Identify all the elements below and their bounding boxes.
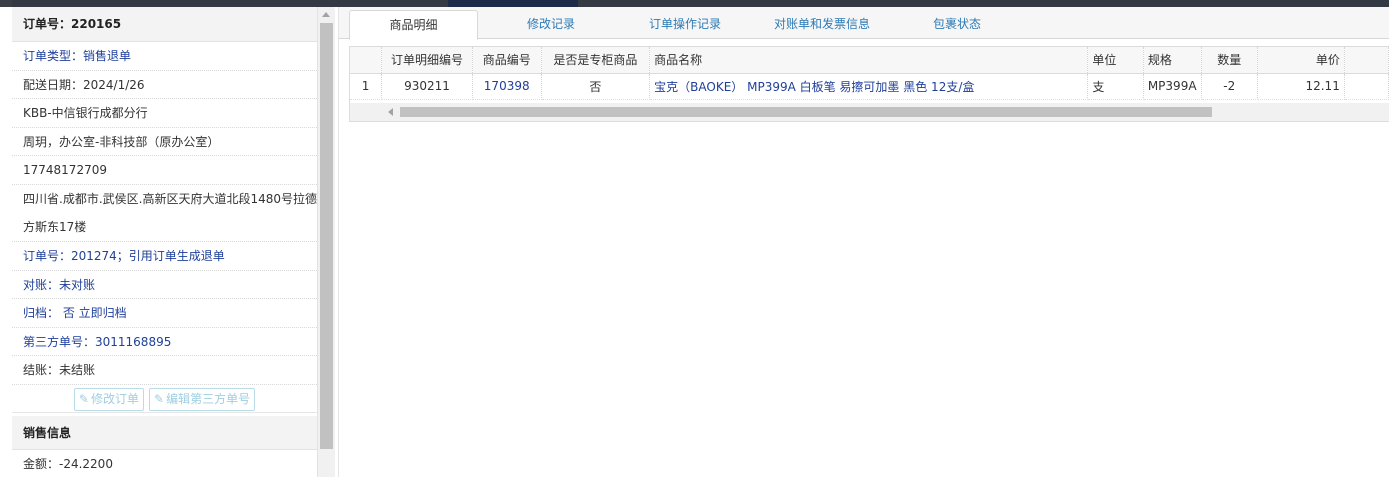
- reference-order[interactable]: 订单号：201274；引用订单生成退单: [12, 242, 317, 271]
- tab-bar: 商品明细 修改记录 订单操作记录 对账单和发票信息 包裹状态: [339, 7, 1389, 40]
- col-header-detail-id[interactable]: 订单明细编号: [381, 47, 473, 74]
- col-header-spec[interactable]: 规格: [1143, 47, 1202, 74]
- cell-row-number: 1: [350, 73, 383, 100]
- top-bar-segment: [0, 0, 12, 7]
- col-header-quantity[interactable]: 数量: [1201, 47, 1258, 74]
- cell-filler: [1344, 73, 1389, 100]
- cell-unit-price: 12.11: [1257, 73, 1345, 100]
- horizontal-scrollbar-thumb[interactable]: [400, 107, 1212, 117]
- tab-edit-history[interactable]: 修改记录: [511, 10, 591, 39]
- top-bar: [0, 0, 1389, 7]
- cell-detail-id: 930211: [381, 73, 473, 100]
- order-action-buttons: ✎ 修改订单 ✎ 编辑第三方单号: [12, 385, 317, 413]
- col-header-index: [350, 47, 383, 74]
- contact-info: 周玥，办公室-非科技部（原办公室）: [12, 128, 317, 157]
- archive-status[interactable]: 归档： 否 立即归档: [12, 299, 317, 328]
- grid-horizontal-scrollbar[interactable]: [350, 103, 1389, 121]
- reconcile-status: 对账：未对账: [12, 271, 317, 300]
- tab-package-status[interactable]: 包裹状态: [925, 10, 989, 39]
- scroll-left-arrow-icon[interactable]: [388, 108, 393, 116]
- top-bar-segment: [448, 0, 578, 7]
- edit-icon: ✎: [78, 391, 89, 406]
- left-panel-scrollbar[interactable]: [318, 7, 335, 477]
- third-party-number: 第三方单号：3011168895: [12, 328, 317, 357]
- cell-product-name-link[interactable]: 宝克（BAOKE） MP399A 白板笔 易擦可加墨 黑色 12支/盒: [649, 73, 1089, 100]
- phone-number: 17748172709: [12, 156, 317, 185]
- edit-order-label: 修改订单: [90, 391, 139, 406]
- tab-item-details[interactable]: 商品明细: [349, 10, 478, 40]
- cell-product-code-link[interactable]: 170398: [472, 73, 542, 100]
- col-header-unit-price[interactable]: 单价: [1257, 47, 1345, 74]
- col-header-filler: [1344, 47, 1389, 74]
- cell-counter-product: 否: [541, 73, 651, 100]
- delivery-address: 四川省.成都市.武侯区.高新区天府大道北段1480号拉德方斯东17楼: [12, 185, 317, 242]
- edit-third-party-button[interactable]: ✎ 编辑第三方单号: [149, 387, 256, 411]
- delivery-date: 配送日期：2024/1/26: [12, 71, 317, 100]
- sales-info-header: 销售信息: [12, 415, 317, 450]
- customer-name: KBB-中信银行成都分行: [12, 99, 317, 128]
- order-type: 订单类型：销售退单: [12, 42, 317, 71]
- col-header-counter-product[interactable]: 是否是专柜商品: [541, 47, 651, 74]
- col-header-unit[interactable]: 单位: [1087, 47, 1144, 74]
- col-header-product-name[interactable]: 商品名称: [649, 47, 1089, 74]
- sales-amount: 金额：-24.2200: [12, 450, 317, 477]
- table-header-row: 订单明细编号 商品编号 是否是专柜商品 商品名称 单位 规格 数量 单价: [350, 47, 1389, 74]
- scroll-up-arrow-icon[interactable]: [322, 12, 330, 17]
- tab-statement-invoice[interactable]: 对账单和发票信息: [767, 10, 877, 39]
- col-header-product-code[interactable]: 商品编号: [472, 47, 542, 74]
- scrollbar-thumb[interactable]: [320, 23, 333, 449]
- item-table: 订单明细编号 商品编号 是否是专柜商品 商品名称 单位 规格 数量 单价 1 9…: [350, 47, 1389, 100]
- tab-order-operations[interactable]: 订单操作记录: [635, 10, 735, 39]
- settlement-status: 结账：未结账: [12, 356, 317, 385]
- edit-third-party-label: 编辑第三方单号: [166, 391, 251, 406]
- edit-order-button[interactable]: ✎ 修改订单: [73, 387, 144, 411]
- order-info-panel: 订单号：220165 订单类型：销售退单 配送日期：2024/1/26 KBB-…: [12, 7, 318, 477]
- cell-unit: 支: [1087, 73, 1144, 100]
- edit-icon: ✎: [154, 391, 165, 406]
- order-number-header: 订单号：220165: [12, 7, 317, 42]
- detail-area: 商品明细 修改记录 订单操作记录 对账单和发票信息 包裹状态 订单明细编号 商品…: [338, 7, 1389, 477]
- item-detail-grid: 订单明细编号 商品编号 是否是专柜商品 商品名称 单位 规格 数量 单价 1 9…: [349, 46, 1389, 122]
- cell-spec: MP399A: [1143, 73, 1202, 100]
- table-row[interactable]: 1 930211 170398 否 宝克（BAOKE） MP399A 白板笔 易…: [350, 73, 1389, 100]
- cell-quantity: -2: [1201, 73, 1258, 100]
